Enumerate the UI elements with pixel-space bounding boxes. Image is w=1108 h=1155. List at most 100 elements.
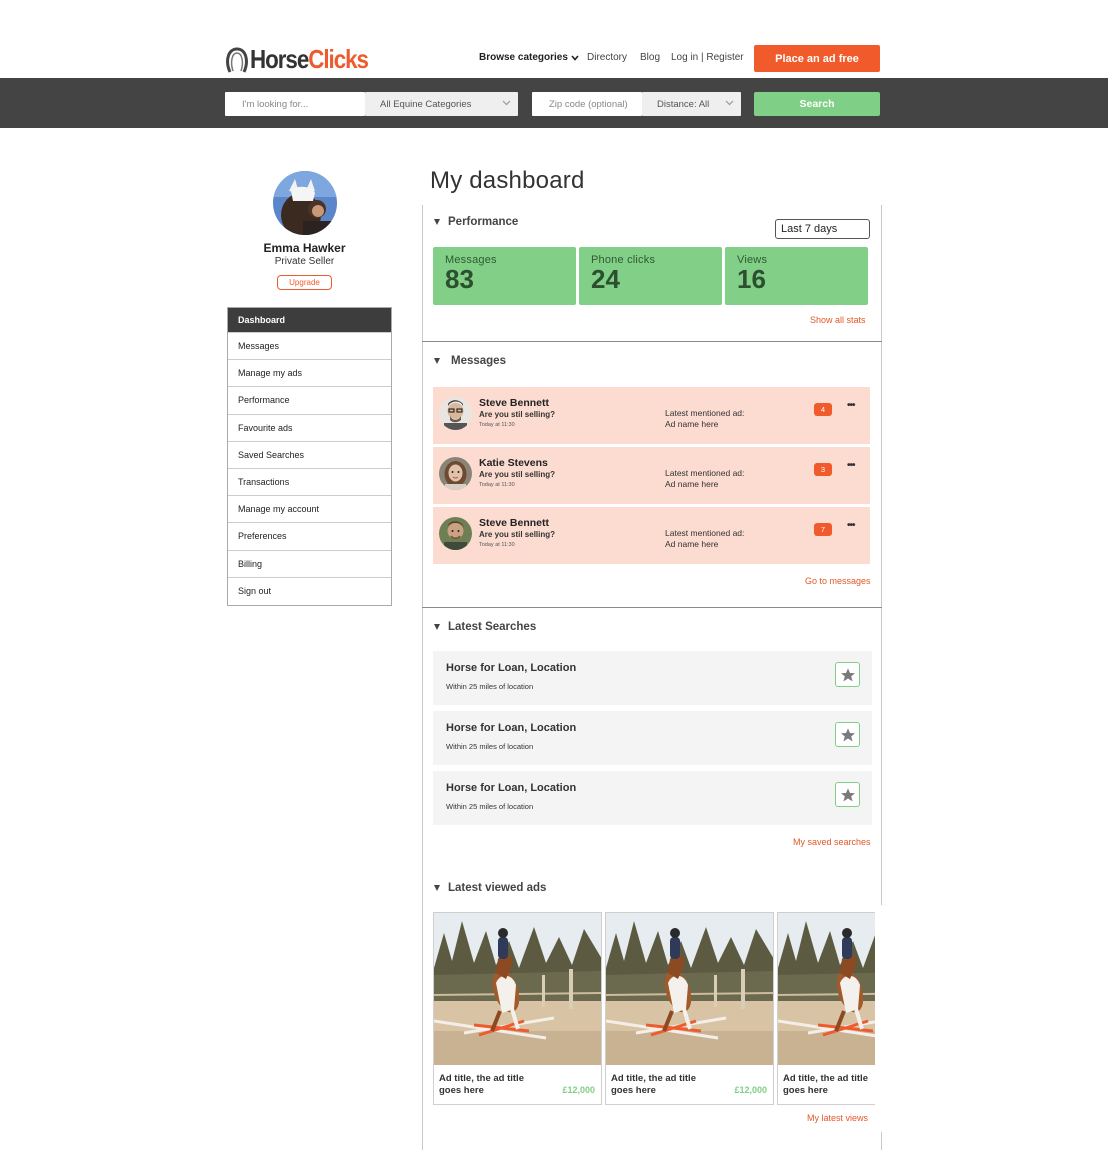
keyword-search-input[interactable]: I'm looking for... xyxy=(225,92,365,116)
saved-search-item[interactable]: Horse for Loan, Location Within 25 miles… xyxy=(433,771,872,825)
unread-count-badge: 3 xyxy=(814,463,832,476)
sender-avatar xyxy=(439,517,472,550)
more-options-icon[interactable]: ••• xyxy=(847,400,855,411)
stat-card-views[interactable]: Views 16 xyxy=(725,247,868,305)
ad-photo xyxy=(778,913,875,1065)
distance-select-value: Distance: All xyxy=(657,98,710,110)
searches-section-toggle[interactable]: Latest Searches xyxy=(434,621,536,633)
message-preview: Are you stil selling? xyxy=(479,410,556,419)
mentioned-ad-label: Latest mentioned ad: xyxy=(665,528,745,538)
ad-title: Ad title, the ad title goes here xyxy=(783,1073,868,1096)
sidebar-item-messages[interactable]: Messages xyxy=(228,333,391,361)
upgrade-button[interactable]: Upgrade xyxy=(277,275,332,290)
user-role: Private Seller xyxy=(274,256,335,267)
message-preview: Are you stil selling? xyxy=(479,470,556,479)
message-time: Today at 11:30 xyxy=(479,542,515,548)
sidebar-item-preferences[interactable]: Preferences xyxy=(228,523,391,551)
sidebar-item-transactions[interactable]: Transactions xyxy=(228,469,391,497)
collapse-triangle-icon xyxy=(434,885,440,891)
mentioned-ad-name: Ad name here xyxy=(665,419,719,429)
search-title: Horse for Loan, Location xyxy=(446,782,577,794)
sidebar-item-dashboard[interactable]: Dashboard xyxy=(228,308,391,333)
stat-card-phone-clicks[interactable]: Phone clicks 24 xyxy=(579,247,722,305)
ad-price: £12,000 xyxy=(734,1085,767,1095)
ad-price: £12,000 xyxy=(562,1085,595,1095)
stat-value: 16 xyxy=(737,264,766,294)
my-latest-views-link[interactable]: My latest views xyxy=(807,1113,868,1123)
saved-search-item[interactable]: Horse for Loan, Location Within 25 miles… xyxy=(433,651,872,705)
viewed-ad-card[interactable]: Ad title, the ad title goes here xyxy=(777,912,875,1105)
chevron-down-icon xyxy=(725,100,734,106)
sender-name: Steve Bennett xyxy=(479,517,550,529)
panel-border-right xyxy=(881,205,882,905)
viewed-ad-card[interactable]: Ad title, the ad title goes here £12,000 xyxy=(605,912,774,1105)
performance-section-toggle[interactable]: Performance xyxy=(434,216,518,228)
page-title: My dashboard xyxy=(430,167,585,194)
show-all-stats-link[interactable]: Show all stats xyxy=(810,315,866,325)
sender-name: Katie Stevens xyxy=(479,457,548,469)
performance-section-title: Performance xyxy=(448,216,519,228)
section-divider xyxy=(422,607,882,608)
sidebar-item-saved-searches[interactable]: Saved Searches xyxy=(228,442,391,469)
unread-count-badge: 7 xyxy=(814,523,832,536)
category-select-value: All Equine Categories xyxy=(380,98,472,110)
search-title: Horse for Loan, Location xyxy=(446,722,577,734)
sidebar-item-performance[interactable]: Performance xyxy=(228,387,391,415)
my-saved-searches-link[interactable]: My saved searches xyxy=(793,837,871,847)
unread-count-badge: 4 xyxy=(814,403,832,416)
sidebar-item-billing[interactable]: Billing xyxy=(228,551,391,578)
collapse-triangle-icon xyxy=(434,219,440,225)
login-register-link[interactable]: Log in | Register xyxy=(671,52,744,63)
directory-link[interactable]: Directory xyxy=(587,52,627,63)
sidebar-item-favourite-ads[interactable]: Favourite ads xyxy=(228,415,391,442)
stat-card-messages[interactable]: Messages 83 xyxy=(433,247,576,305)
search-bar: I'm looking for... All Equine Categories… xyxy=(0,78,1108,128)
browse-categories-link[interactable]: Browse categories xyxy=(479,52,579,63)
place-ad-button[interactable]: Place an ad free xyxy=(754,45,880,72)
stat-value: 24 xyxy=(591,264,620,294)
user-photo xyxy=(273,171,337,235)
user-name: Emma Hawker xyxy=(263,241,346,255)
search-button[interactable]: Search xyxy=(754,92,880,116)
site-logo[interactable]: HorseClicks xyxy=(226,44,387,75)
viewed-ads-section-toggle[interactable]: Latest viewed ads xyxy=(434,882,546,894)
mentioned-ad-label: Latest mentioned ad: xyxy=(665,468,745,478)
sidebar-menu: Dashboard Messages Manage my ads Perform… xyxy=(227,307,392,606)
messages-section-title: Messages xyxy=(451,355,506,367)
more-options-icon[interactable]: ••• xyxy=(847,460,855,471)
ad-photo xyxy=(606,913,774,1065)
sidebar-item-manage-account[interactable]: Manage my account xyxy=(228,496,391,524)
distance-select[interactable]: Distance: All xyxy=(642,92,741,116)
star-icon[interactable] xyxy=(835,722,860,747)
searches-section-title: Latest Searches xyxy=(448,621,537,633)
section-divider xyxy=(422,341,882,342)
category-select[interactable]: All Equine Categories xyxy=(365,92,518,116)
zip-code-input[interactable]: Zip code (optional) xyxy=(532,92,642,116)
messages-section-toggle[interactable]: Messages xyxy=(434,355,506,367)
search-title: Horse for Loan, Location xyxy=(446,662,577,674)
chevron-down-icon xyxy=(502,100,511,106)
avatar[interactable] xyxy=(273,171,337,235)
horseshoe-icon xyxy=(226,46,248,73)
message-time: Today at 11:30 xyxy=(479,482,515,488)
go-to-messages-link[interactable]: Go to messages xyxy=(805,576,871,586)
message-row[interactable]: Steve Bennett Are you stil selling? Toda… xyxy=(433,507,870,564)
collapse-triangle-icon xyxy=(434,624,440,630)
mentioned-ad-label: Latest mentioned ad: xyxy=(665,408,745,418)
sidebar-item-manage-ads[interactable]: Manage my ads xyxy=(228,360,391,388)
message-row[interactable]: Steve Bennett Are you stil selling? Toda… xyxy=(433,387,870,444)
more-options-icon[interactable]: ••• xyxy=(847,520,855,531)
browse-categories-label: Browse categories xyxy=(479,52,568,63)
search-subtitle: Within 25 miles of location xyxy=(446,802,534,811)
saved-search-item[interactable]: Horse for Loan, Location Within 25 miles… xyxy=(433,711,872,765)
message-row[interactable]: Katie Stevens Are you stil selling? Toda… xyxy=(433,447,870,504)
panel-border-right-bottom xyxy=(881,1132,882,1150)
date-range-select[interactable]: Last 7 days xyxy=(775,219,870,239)
blog-link[interactable]: Blog xyxy=(640,52,660,63)
viewed-ads-section-title: Latest viewed ads xyxy=(448,882,547,894)
star-icon[interactable] xyxy=(835,662,860,687)
star-icon[interactable] xyxy=(835,782,860,807)
sidebar-item-sign-out[interactable]: Sign out xyxy=(228,578,391,605)
viewed-ad-card[interactable]: Ad title, the ad title goes here £12,000 xyxy=(433,912,602,1105)
logo-text: HorseClicks xyxy=(250,44,369,74)
